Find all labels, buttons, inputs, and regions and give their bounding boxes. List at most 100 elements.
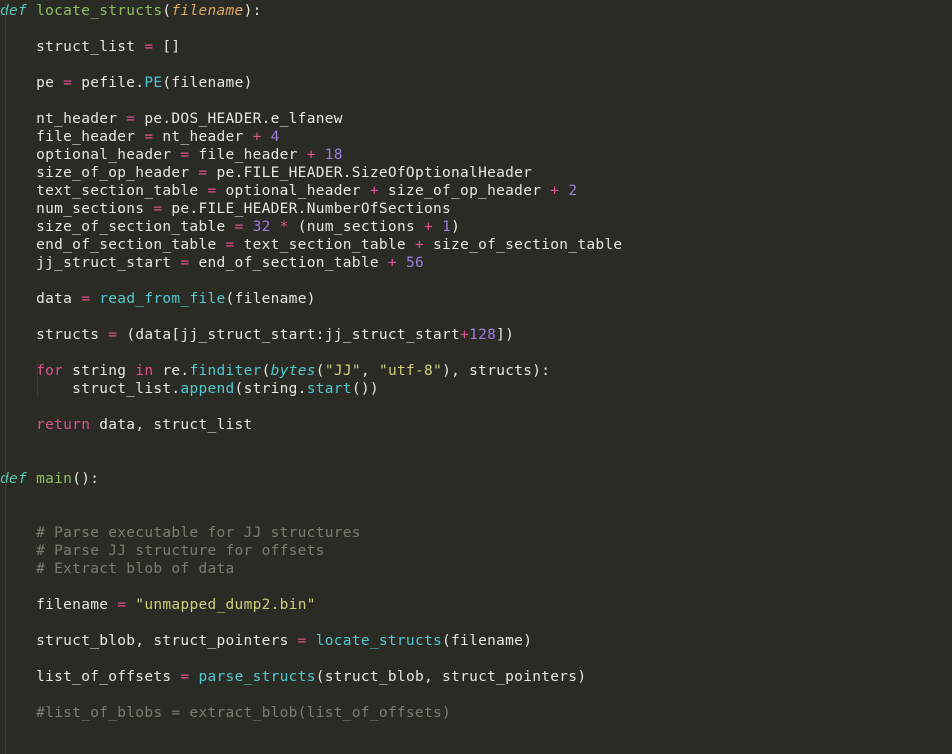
code-token: (): (72, 471, 99, 487)
code-line[interactable]: for string in re.finditer(bytes("JJ", "u… (0, 362, 952, 380)
code-token: = (207, 183, 216, 199)
code-line[interactable]: def main(): (0, 470, 952, 488)
code-line[interactable] (0, 614, 952, 632)
code-line[interactable]: jj_struct_start = end_of_section_table +… (0, 254, 952, 272)
code-token: file_header (36, 129, 144, 145)
code-token: = (126, 111, 135, 127)
code-token (271, 219, 280, 235)
code-token: ( (262, 363, 271, 379)
code-content[interactable]: def locate_structs(filename): struct_lis… (0, 0, 952, 722)
code-token: in (135, 363, 153, 379)
code-token: data (36, 291, 81, 307)
code-token: + (388, 255, 397, 271)
code-token: size_of_section_table (36, 219, 234, 235)
code-line[interactable]: end_of_section_table = text_section_tabl… (0, 236, 952, 254)
code-line[interactable]: num_sections = pe.FILE_HEADER.NumberOfSe… (0, 200, 952, 218)
code-line[interactable]: optional_header = file_header + 18 (0, 146, 952, 164)
code-line[interactable]: size_of_op_header = pe.FILE_HEADER.SizeO… (0, 164, 952, 182)
code-token (27, 3, 36, 19)
code-line[interactable]: file_header = nt_header + 4 (0, 128, 952, 146)
code-line[interactable]: filename = "unmapped_dump2.bin" (0, 596, 952, 614)
code-token: pe.FILE_HEADER.SizeOfOptionalHeader (207, 165, 532, 181)
code-token: ()) (352, 381, 379, 397)
code-line[interactable] (0, 398, 952, 416)
code-line[interactable]: # Extract blob of data (0, 560, 952, 578)
code-token (559, 183, 568, 199)
code-line[interactable]: pe = pefile.PE(filename) (0, 74, 952, 92)
code-token: optional_header (36, 147, 180, 163)
code-line[interactable]: # Parse JJ structure for offsets (0, 542, 952, 560)
code-line[interactable]: data = read_from_file(filename) (0, 290, 952, 308)
code-token: data, struct_list (90, 417, 252, 433)
code-token: 2 (568, 183, 577, 199)
code-token: text_section_table (36, 183, 207, 199)
code-line[interactable] (0, 434, 952, 452)
code-line[interactable]: struct_blob, struct_pointers = locate_st… (0, 632, 952, 650)
code-token: (string. (235, 381, 307, 397)
code-token: pe.DOS_HEADER.e_lfanew (135, 111, 342, 127)
code-line[interactable] (0, 488, 952, 506)
code-line[interactable]: list_of_offsets = parse_structs(struct_b… (0, 668, 952, 686)
code-token: end_of_section_table (189, 255, 387, 271)
code-editor[interactable]: def locate_structs(filename): struct_lis… (0, 0, 952, 754)
code-line[interactable] (0, 578, 952, 596)
code-token: "JJ" (325, 363, 361, 379)
code-token: + (370, 183, 379, 199)
code-line[interactable] (0, 92, 952, 110)
code-line[interactable]: struct_list.append(string.start()) (0, 380, 952, 398)
code-token: (data[jj_struct_start:jj_struct_start (117, 327, 460, 343)
code-token: (filename) (226, 291, 316, 307)
code-token: size_of_section_table (424, 237, 622, 253)
code-token: bytes (271, 363, 316, 379)
code-line[interactable]: return data, struct_list (0, 416, 952, 434)
code-line[interactable] (0, 650, 952, 668)
code-line[interactable] (0, 20, 952, 38)
code-token: + (424, 219, 433, 235)
code-line[interactable] (0, 686, 952, 704)
code-line[interactable]: def locate_structs(filename): (0, 2, 952, 20)
code-token (244, 219, 253, 235)
code-token: num_sections (36, 201, 153, 217)
code-line[interactable]: nt_header = pe.DOS_HEADER.e_lfanew (0, 110, 952, 128)
code-line[interactable] (0, 506, 952, 524)
code-line[interactable]: struct_list = [] (0, 38, 952, 56)
code-line[interactable] (0, 344, 952, 362)
code-token: (filename) (442, 633, 532, 649)
code-token: = (298, 633, 307, 649)
code-line[interactable] (0, 56, 952, 74)
code-line[interactable] (0, 272, 952, 290)
code-token: 56 (406, 255, 424, 271)
code-token: parse_structs (198, 669, 315, 685)
code-token: PE (144, 75, 162, 91)
code-line[interactable]: #list_of_blobs = extract_blob(list_of_of… (0, 704, 952, 722)
code-token (90, 291, 99, 307)
code-token: 4 (271, 129, 280, 145)
code-token: [] (153, 39, 180, 55)
code-line[interactable]: # Parse executable for JJ structures (0, 524, 952, 542)
code-line[interactable] (0, 452, 952, 470)
code-token: # Parse JJ structure for offsets (36, 543, 325, 559)
code-token: start (307, 381, 352, 397)
code-token: locate_structs (316, 633, 442, 649)
code-token: size_of_op_header (36, 165, 198, 181)
code-token: pe (36, 75, 63, 91)
code-token: jj_struct_start (36, 255, 180, 271)
code-line[interactable] (0, 308, 952, 326)
code-token: , (361, 363, 379, 379)
code-token: return (36, 417, 90, 433)
code-token: filename (36, 597, 117, 613)
code-line[interactable]: text_section_table = optional_header + s… (0, 182, 952, 200)
code-line[interactable]: structs = (data[jj_struct_start:jj_struc… (0, 326, 952, 344)
code-token: locate_structs (36, 3, 162, 19)
code-token (397, 255, 406, 271)
code-token: nt_header (36, 111, 126, 127)
code-token: structs (36, 327, 108, 343)
code-line[interactable]: size_of_section_table = 32 * (num_sectio… (0, 218, 952, 236)
code-token: pefile. (72, 75, 144, 91)
code-token: (filename) (162, 75, 252, 91)
code-token: struct_list (36, 39, 144, 55)
code-token: text_section_table (235, 237, 415, 253)
code-token: 128 (469, 327, 496, 343)
code-token: optional_header (217, 183, 370, 199)
code-token: string (63, 363, 135, 379)
